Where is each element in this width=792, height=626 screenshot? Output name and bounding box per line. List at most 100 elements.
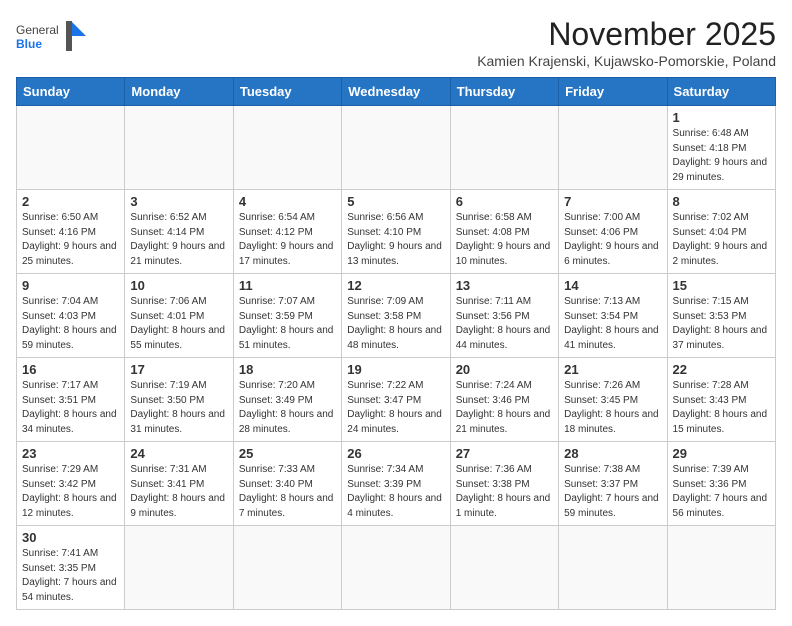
day-number: 13 (456, 278, 553, 293)
calendar-cell: 26 Sunrise: 7:34 AM Sunset: 3:39 PM Dayli… (342, 442, 450, 526)
day-info: Sunrise: 7:13 AM Sunset: 3:54 PM Dayligh… (564, 295, 661, 353)
day-info: Sunrise: 6:58 AM Sunset: 4:08 PM Dayligh… (456, 211, 553, 269)
calendar-cell: 24 Sunrise: 7:31 AM Sunset: 3:41 PM Dayli… (125, 442, 233, 526)
day-info: Sunrise: 7:33 AM Sunset: 3:40 PM Dayligh… (239, 463, 336, 521)
day-info: Sunrise: 7:31 AM Sunset: 3:41 PM Dayligh… (130, 463, 227, 521)
day-number: 2 (22, 194, 119, 209)
calendar-cell: 7Sunrise: 7:00 AM Sunset: 4:06 PM Daylig… (559, 190, 667, 274)
day-info: Sunrise: 7:04 AM Sunset: 4:03 PM Dayligh… (22, 295, 119, 353)
calendar-cell (559, 106, 667, 190)
header-cell-sunday: Sunday (17, 78, 125, 106)
day-info: Sunrise: 7:39 AM Sunset: 3:36 PM Dayligh… (673, 463, 770, 521)
calendar-header: SundayMondayTuesdayWednesdayThursdayFrid… (17, 78, 776, 106)
day-number: 21 (564, 362, 661, 377)
calendar-cell: 21 Sunrise: 7:26 AM Sunset: 3:45 PM Dayli… (559, 358, 667, 442)
day-number: 20 (456, 362, 553, 377)
calendar-cell (233, 106, 341, 190)
day-number: 30 (22, 530, 119, 545)
header-row: SundayMondayTuesdayWednesdayThursdayFrid… (17, 78, 776, 106)
calendar-cell: 15 Sunrise: 7:15 AM Sunset: 3:53 PM Dayli… (667, 274, 775, 358)
day-number: 18 (239, 362, 336, 377)
header-cell-wednesday: Wednesday (342, 78, 450, 106)
calendar-cell (125, 526, 233, 610)
day-number: 23 (22, 446, 119, 461)
calendar-cell: 29Sunrise: 7:39 AM Sunset: 3:36 PM Dayli… (667, 442, 775, 526)
day-info: Sunrise: 6:52 AM Sunset: 4:14 PM Dayligh… (130, 211, 227, 269)
calendar-cell: 9Sunrise: 7:04 AM Sunset: 4:03 PM Daylig… (17, 274, 125, 358)
calendar-cell: 30 Sunrise: 7:41 AM Sunset: 3:35 PM Dayli… (17, 526, 125, 610)
day-number: 28 (564, 446, 661, 461)
day-number: 26 (347, 446, 444, 461)
logo: GeneralBlue (16, 16, 86, 56)
title-area: November 2025 Kamien Krajenski, Kujawsko… (477, 16, 776, 69)
calendar-cell: 5Sunrise: 6:56 AM Sunset: 4:10 PM Daylig… (342, 190, 450, 274)
calendar-cell: 14Sunrise: 7:13 AM Sunset: 3:54 PM Dayli… (559, 274, 667, 358)
day-number: 24 (130, 446, 227, 461)
day-info: Sunrise: 7:07 AM Sunset: 3:59 PM Dayligh… (239, 295, 336, 353)
day-number: 4 (239, 194, 336, 209)
day-info: Sunrise: 7:22 AM Sunset: 3:47 PM Dayligh… (347, 379, 444, 437)
calendar-cell (342, 106, 450, 190)
calendar-cell (559, 526, 667, 610)
calendar-cell: 11Sunrise: 7:07 AM Sunset: 3:59 PM Dayli… (233, 274, 341, 358)
day-info: Sunrise: 6:56 AM Sunset: 4:10 PM Dayligh… (347, 211, 444, 269)
day-info: Sunrise: 6:48 AM Sunset: 4:18 PM Dayligh… (673, 127, 770, 185)
week-row-3: 16Sunrise: 7:17 AM Sunset: 3:51 PM Dayli… (17, 358, 776, 442)
calendar-cell (17, 106, 125, 190)
day-number: 22 (673, 362, 770, 377)
location-title: Kamien Krajenski, Kujawsko-Pomorskie, Po… (477, 53, 776, 69)
day-info: Sunrise: 7:11 AM Sunset: 3:56 PM Dayligh… (456, 295, 553, 353)
day-info: Sunrise: 7:41 AM Sunset: 3:35 PM Dayligh… (22, 547, 119, 605)
day-number: 8 (673, 194, 770, 209)
day-info: Sunrise: 6:50 AM Sunset: 4:16 PM Dayligh… (22, 211, 119, 269)
calendar-cell: 16Sunrise: 7:17 AM Sunset: 3:51 PM Dayli… (17, 358, 125, 442)
day-number: 19 (347, 362, 444, 377)
day-info: Sunrise: 7:26 AM Sunset: 3:45 PM Dayligh… (564, 379, 661, 437)
day-info: Sunrise: 7:36 AM Sunset: 3:38 PM Dayligh… (456, 463, 553, 521)
header-cell-friday: Friday (559, 78, 667, 106)
calendar-cell: 3 Sunrise: 6:52 AM Sunset: 4:14 PM Daylig… (125, 190, 233, 274)
calendar-cell: 18Sunrise: 7:20 AM Sunset: 3:49 PM Dayli… (233, 358, 341, 442)
calendar-cell: 12 Sunrise: 7:09 AM Sunset: 3:58 PM Dayli… (342, 274, 450, 358)
svg-text:General: General (16, 23, 59, 37)
week-row-0: 1Sunrise: 6:48 AM Sunset: 4:18 PM Daylig… (17, 106, 776, 190)
day-number: 15 (673, 278, 770, 293)
day-info: Sunrise: 7:09 AM Sunset: 3:58 PM Dayligh… (347, 295, 444, 353)
day-info: Sunrise: 7:06 AM Sunset: 4:01 PM Dayligh… (130, 295, 227, 353)
calendar-cell: 4 Sunrise: 6:54 AM Sunset: 4:12 PM Daylig… (233, 190, 341, 274)
calendar-cell: 2 Sunrise: 6:50 AM Sunset: 4:16 PM Daylig… (17, 190, 125, 274)
day-info: Sunrise: 7:19 AM Sunset: 3:50 PM Dayligh… (130, 379, 227, 437)
calendar-cell: 23 Sunrise: 7:29 AM Sunset: 3:42 PM Dayli… (17, 442, 125, 526)
day-number: 27 (456, 446, 553, 461)
week-row-5: 30 Sunrise: 7:41 AM Sunset: 3:35 PM Dayli… (17, 526, 776, 610)
calendar-cell (450, 106, 558, 190)
calendar-cell (233, 526, 341, 610)
calendar-cell (667, 526, 775, 610)
calendar-cell: 28 Sunrise: 7:38 AM Sunset: 3:37 PM Dayli… (559, 442, 667, 526)
day-number: 10 (130, 278, 227, 293)
month-title: November 2025 (477, 16, 776, 53)
calendar-cell: 27 Sunrise: 7:36 AM Sunset: 3:38 PM Dayli… (450, 442, 558, 526)
day-info: Sunrise: 7:28 AM Sunset: 3:43 PM Dayligh… (673, 379, 770, 437)
day-number: 3 (130, 194, 227, 209)
calendar-cell: 22 Sunrise: 7:28 AM Sunset: 3:43 PM Dayli… (667, 358, 775, 442)
day-info: Sunrise: 7:17 AM Sunset: 3:51 PM Dayligh… (22, 379, 119, 437)
calendar: SundayMondayTuesdayWednesdayThursdayFrid… (16, 77, 776, 610)
week-row-1: 2 Sunrise: 6:50 AM Sunset: 4:16 PM Daylig… (17, 190, 776, 274)
day-number: 12 (347, 278, 444, 293)
header-cell-thursday: Thursday (450, 78, 558, 106)
header-cell-tuesday: Tuesday (233, 78, 341, 106)
calendar-cell: 13 Sunrise: 7:11 AM Sunset: 3:56 PM Dayli… (450, 274, 558, 358)
day-number: 17 (130, 362, 227, 377)
day-info: Sunrise: 7:15 AM Sunset: 3:53 PM Dayligh… (673, 295, 770, 353)
header-cell-saturday: Saturday (667, 78, 775, 106)
day-number: 25 (239, 446, 336, 461)
day-info: Sunrise: 7:00 AM Sunset: 4:06 PM Dayligh… (564, 211, 661, 269)
logo-svg: GeneralBlue (16, 16, 86, 56)
day-info: Sunrise: 6:54 AM Sunset: 4:12 PM Dayligh… (239, 211, 336, 269)
day-info: Sunrise: 7:38 AM Sunset: 3:37 PM Dayligh… (564, 463, 661, 521)
day-info: Sunrise: 7:34 AM Sunset: 3:39 PM Dayligh… (347, 463, 444, 521)
svg-text:Blue: Blue (16, 37, 42, 51)
calendar-cell: 19 Sunrise: 7:22 AM Sunset: 3:47 PM Dayli… (342, 358, 450, 442)
day-info: Sunrise: 7:29 AM Sunset: 3:42 PM Dayligh… (22, 463, 119, 521)
